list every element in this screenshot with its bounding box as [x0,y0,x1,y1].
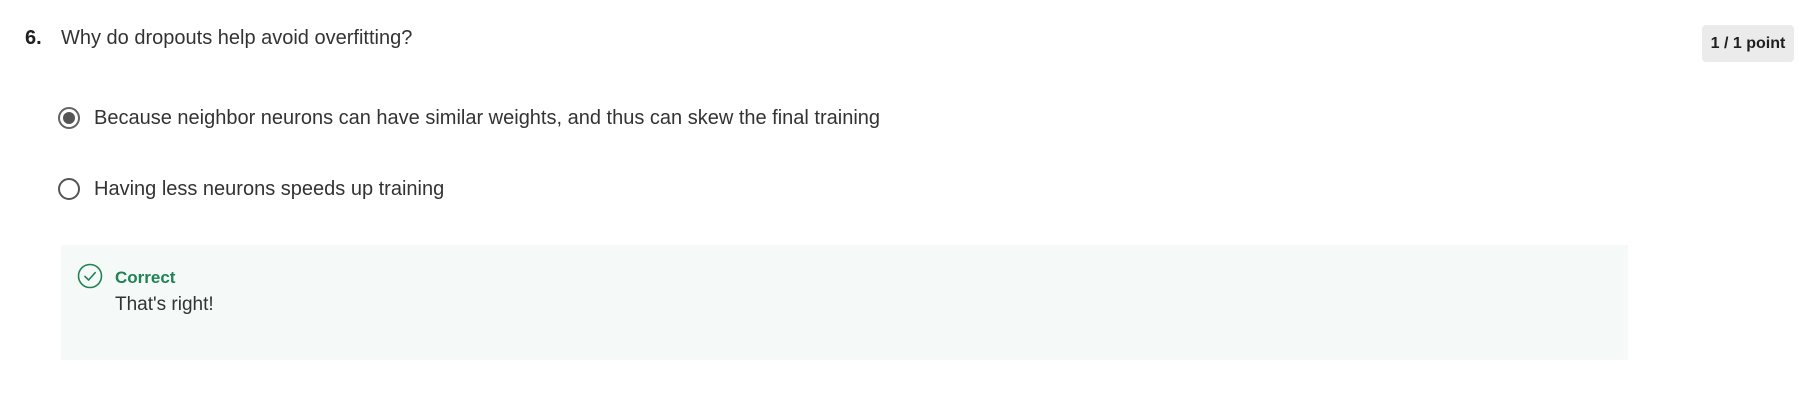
feedback-message: That's right! [115,294,214,315]
radio-button-selected[interactable] [58,107,80,129]
check-circle-icon [77,263,103,289]
score-badge: 1 / 1 point [1702,25,1794,62]
question-text: Why do dropouts help avoid overfitting? [61,27,413,49]
feedback-status: Correct [115,268,176,287]
answer-option-label: Having less neurons speeds up training [94,178,445,200]
question-number: 6. [25,27,42,49]
answer-option[interactable]: Because neighbor neurons can have simila… [58,103,880,133]
radio-button[interactable] [58,178,80,200]
answer-option-label: Because neighbor neurons can have simila… [94,107,881,129]
answer-option[interactable]: Having less neurons speeds up training [58,174,444,204]
feedback-panel: Correct That's right! [61,245,1628,360]
quiz-question: 6. Why do dropouts help avoid overfittin… [0,0,1807,402]
